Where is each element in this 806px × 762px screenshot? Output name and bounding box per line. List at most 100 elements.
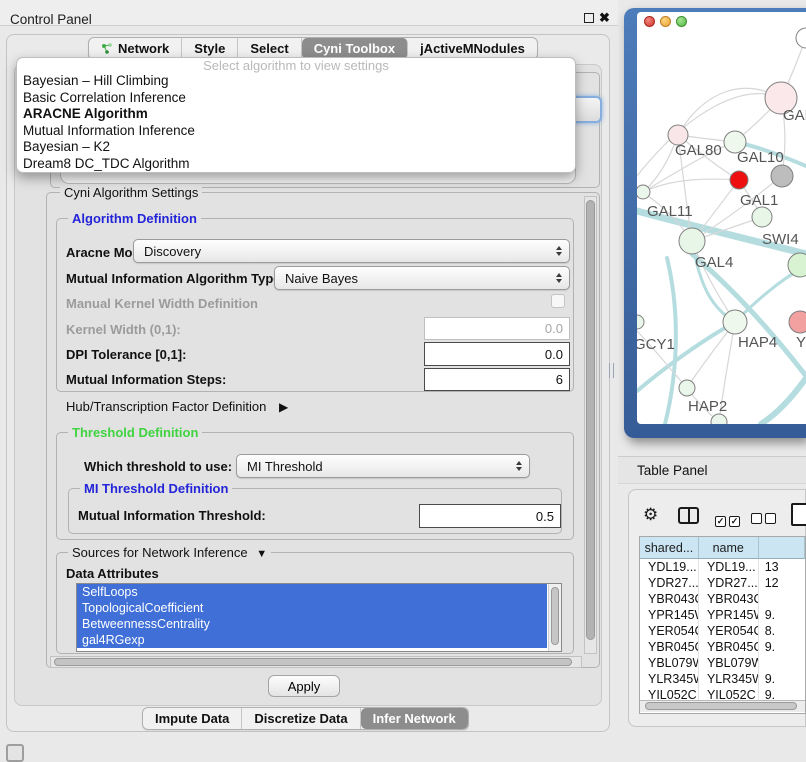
network-icon <box>101 43 113 55</box>
tab-cyni-toolbox[interactable]: Cyni Toolbox <box>302 38 408 59</box>
mi-steps-field[interactable]: 6 <box>424 368 570 391</box>
node-label: SWI4 <box>762 231 799 248</box>
attribute-table: shared...name YDL19...YDL19...13YDR27...… <box>639 536 806 714</box>
dpi-tolerance-label: DPI Tolerance [0,1]: <box>66 347 186 362</box>
hub-definition-expander[interactable]: Hub/Transcription Factor Definition ▶ <box>66 399 288 414</box>
column-header[interactable]: shared... <box>640 537 699 559</box>
network-node[interactable] <box>711 414 727 424</box>
algorithm-option[interactable]: Bayesian – Hill Climbing <box>17 73 575 90</box>
column-header[interactable]: name <box>699 537 759 559</box>
network-node[interactable] <box>730 171 748 189</box>
data-attribute-item[interactable]: TopologicalCoefficient <box>77 600 547 616</box>
control-panel-title: Control Panel <box>10 12 92 27</box>
sources-collapse-toggle[interactable]: Sources for Network Inference ▼ <box>68 545 271 560</box>
tab-network[interactable]: Network <box>89 38 182 59</box>
mi-steps-label: Mutual Information Steps: <box>66 372 226 387</box>
algorithm-option[interactable]: Mutual Information Inference <box>17 123 575 140</box>
table-hscrollbar-thumb[interactable] <box>645 702 797 710</box>
algorithm-dropdown-prompt: Select algorithm to view settings <box>17 58 575 73</box>
node-label: GCY1 <box>637 336 675 353</box>
node-label: GAL11 <box>647 203 693 220</box>
tab-style[interactable]: Style <box>182 38 238 59</box>
mi-threshold-label: Mutual Information Threshold: <box>78 508 266 523</box>
mi-threshold-field[interactable]: 0.5 <box>419 504 561 528</box>
new-table-icon[interactable] <box>791 503 806 526</box>
network-node[interactable] <box>637 185 650 199</box>
stepper-icon <box>556 273 562 283</box>
mi-type-select[interactable]: Naive Bayes <box>274 266 570 290</box>
network-canvas[interactable]: GALGAL80GAL10GAL1GAL11SWI4GAL4GCY1HAP4YH… <box>637 26 806 424</box>
control-panel-titlebar <box>0 0 618 26</box>
split-columns-icon[interactable] <box>678 507 699 524</box>
table-row[interactable]: YER054CYER054C8. <box>640 623 805 639</box>
table-row[interactable]: YDL19...YDL19...13 <box>640 559 805 575</box>
table-row[interactable]: YPR145WYPR145W9. <box>640 607 805 623</box>
network-node[interactable] <box>723 310 747 334</box>
column-header[interactable] <box>759 537 805 559</box>
network-node[interactable] <box>679 228 705 254</box>
minimized-panel-icon[interactable] <box>6 744 24 762</box>
tab-select[interactable]: Select <box>238 38 301 59</box>
gear-icon[interactable]: ⚙ <box>643 505 658 525</box>
manual-kernel-label: Manual Kernel Width Definition <box>66 296 258 311</box>
network-node[interactable] <box>637 315 644 329</box>
table-row[interactable]: YLR345WYLR345W9. <box>640 671 805 687</box>
which-threshold-value: MI Threshold <box>247 459 323 474</box>
aracne-mode-value: Discovery <box>144 244 201 259</box>
settings-vscrollbar-thumb[interactable] <box>586 200 595 640</box>
data-attributes-label: Data Attributes <box>66 566 159 581</box>
algorithm-option[interactable]: ARACNE Algorithm <box>17 106 575 123</box>
close-icon[interactable]: ✖ <box>599 10 610 26</box>
table-row[interactable]: YBL079WYBL079W <box>640 655 805 671</box>
node-label: GAL <box>783 107 806 124</box>
node-label: GAL10 <box>737 149 784 166</box>
manual-kernel-checkbox[interactable] <box>551 294 565 308</box>
node-label: GAL80 <box>675 142 722 159</box>
algorithm-option[interactable]: Dream8 DC_TDC Algorithm <box>17 156 575 173</box>
network-node[interactable] <box>752 207 772 227</box>
network-node[interactable] <box>771 165 793 187</box>
list-vscrollbar-thumb[interactable] <box>551 587 559 645</box>
node-label: GAL1 <box>740 192 778 209</box>
data-attributes-listbox: SelfLoopsTopologicalCoefficientBetweenne… <box>76 583 562 652</box>
tab-impute-data[interactable]: Impute Data <box>143 708 242 729</box>
stepper-icon <box>516 461 522 471</box>
dpi-tolerance-field[interactable]: 0.0 <box>424 342 570 366</box>
hide-columns-icon[interactable] <box>751 511 779 529</box>
data-attribute-item[interactable]: SelfLoops <box>77 584 547 600</box>
algorithm-option[interactable]: Bayesian – K2 <box>17 139 575 156</box>
apply-button[interactable]: Apply <box>268 675 340 697</box>
network-node[interactable] <box>796 28 806 48</box>
cyni-bottom-tabbar: Impute Data Discretize Data Infer Networ… <box>142 707 469 730</box>
threshold-definition-title: Threshold Definition <box>68 425 202 440</box>
stepper-icon <box>556 246 562 256</box>
tab-discretize-data[interactable]: Discretize Data <box>242 708 360 729</box>
table-row[interactable]: YBR045CYBR045C9. <box>640 639 805 655</box>
data-attribute-item[interactable]: gal4RGexp <box>77 632 547 648</box>
mi-threshold-title: MI Threshold Definition <box>80 481 232 496</box>
network-node[interactable] <box>789 311 806 333</box>
which-threshold-select[interactable]: MI Threshold <box>236 454 530 478</box>
splitpane-grip[interactable] <box>609 363 614 378</box>
aracne-mode-select[interactable]: Discovery <box>133 239 570 263</box>
tab-jactivemnodules[interactable]: jActiveMNodules <box>408 38 537 59</box>
mi-type-label: Mutual Information Algorithm Type: <box>66 271 285 286</box>
cyni-settings-title: Cyni Algorithm Settings <box>60 185 202 200</box>
kernel-width-field[interactable]: 0.0 <box>424 317 570 340</box>
show-columns-icon[interactable]: ✓✓ <box>715 511 743 529</box>
table-row[interactable]: YBR043CYBR043C <box>640 591 805 607</box>
node-label: Y <box>796 334 806 351</box>
table-body: YDL19...YDL19...13YDR27...YDR27...12YBR0… <box>640 559 805 703</box>
node-label: GAL4 <box>695 254 733 271</box>
algorithm-option[interactable]: Basic Correlation Inference <box>17 90 575 107</box>
node-label: HAP4 <box>738 334 777 351</box>
tab-infer-network[interactable]: Infer Network <box>361 708 468 729</box>
network-node[interactable] <box>679 380 695 396</box>
table-row[interactable]: YDR27...YDR27...12 <box>640 575 805 591</box>
settings-hscrollbar-thumb[interactable] <box>54 658 572 666</box>
network-edge <box>692 254 806 376</box>
float-window-icon[interactable] <box>584 13 594 23</box>
data-attribute-item[interactable]: BetweennessCentrality <box>77 616 547 632</box>
expand-right-icon: ▶ <box>279 400 288 414</box>
network-edge <box>643 179 739 192</box>
